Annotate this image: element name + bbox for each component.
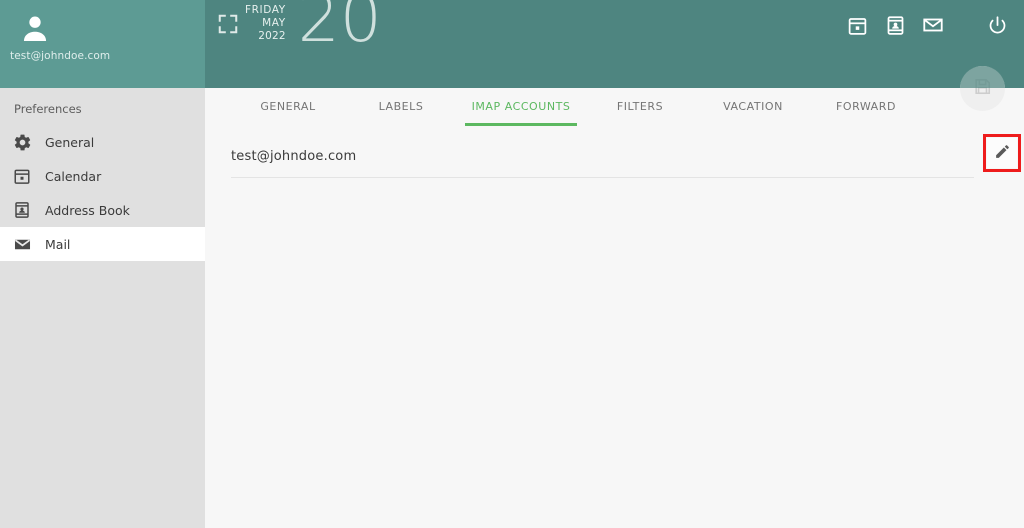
- gear-icon: [12, 132, 32, 152]
- header-year: 2022: [258, 30, 286, 42]
- sidebar-item-label: Calendar: [45, 168, 102, 184]
- mail-icon: [12, 234, 32, 254]
- tab-imap-accounts[interactable]: IMAP ACCOUNTS: [457, 100, 585, 126]
- address-book-icon: [12, 200, 32, 220]
- address-book-icon[interactable]: [880, 10, 910, 40]
- user-avatar-icon: [18, 12, 52, 46]
- sidebar-item-mail[interactable]: Mail: [0, 227, 205, 261]
- sidebar-item-label: Address Book: [45, 202, 130, 218]
- header-weekday: FRIDAY: [245, 4, 286, 16]
- app-root: test@johndoe.com Preferences General Cal…: [0, 0, 1024, 528]
- content-area: GENERAL LABELS IMAP ACCOUNTS FILTERS VAC…: [205, 88, 1024, 528]
- tab-vacation[interactable]: VACATION: [695, 100, 811, 126]
- top-header: FRIDAY MAY 2022 20: [205, 0, 1024, 88]
- tab-labels[interactable]: LABELS: [345, 100, 457, 126]
- power-icon[interactable]: [982, 10, 1012, 40]
- tab-general[interactable]: GENERAL: [231, 100, 345, 126]
- sidebar-item-general[interactable]: General: [0, 125, 205, 159]
- pencil-edit-icon: [994, 143, 1011, 164]
- sidebar: test@johndoe.com Preferences General Cal…: [0, 0, 205, 528]
- header-day-number: 20: [297, 0, 382, 57]
- imap-account-list: test@johndoe.com: [205, 134, 1024, 178]
- sidebar-item-label: General: [45, 134, 95, 150]
- header-month: MAY: [262, 17, 286, 29]
- save-fab-button[interactable]: [960, 66, 1005, 111]
- sidebar-item-calendar[interactable]: Calendar: [0, 159, 205, 193]
- table-row[interactable]: test@johndoe.com: [231, 134, 1021, 178]
- mail-icon[interactable]: [918, 10, 948, 40]
- save-icon: [973, 77, 992, 100]
- account-email: test@johndoe.com: [231, 149, 357, 164]
- edit-account-button[interactable]: [987, 138, 1017, 168]
- calendar-icon: [12, 166, 32, 186]
- fullscreen-expand-icon[interactable]: [217, 13, 239, 35]
- header-date: FRIDAY MAY 2022 20: [245, 0, 382, 62]
- settings-tabbar: GENERAL LABELS IMAP ACCOUNTS FILTERS VAC…: [205, 88, 1024, 126]
- sidebar-user-panel[interactable]: test@johndoe.com: [0, 0, 205, 88]
- header-date-words: FRIDAY MAY 2022: [245, 0, 286, 43]
- calendar-icon[interactable]: [842, 10, 872, 40]
- header-icon-group: [842, 10, 1024, 40]
- sidebar-section-title: Preferences: [14, 102, 82, 116]
- tab-filters[interactable]: FILTERS: [585, 100, 695, 126]
- sidebar-item-label: Mail: [45, 236, 71, 252]
- sidebar-item-address-book[interactable]: Address Book: [0, 193, 205, 227]
- sidebar-user-email: test@johndoe.com: [10, 50, 111, 62]
- tab-forward[interactable]: FORWARD: [811, 100, 921, 126]
